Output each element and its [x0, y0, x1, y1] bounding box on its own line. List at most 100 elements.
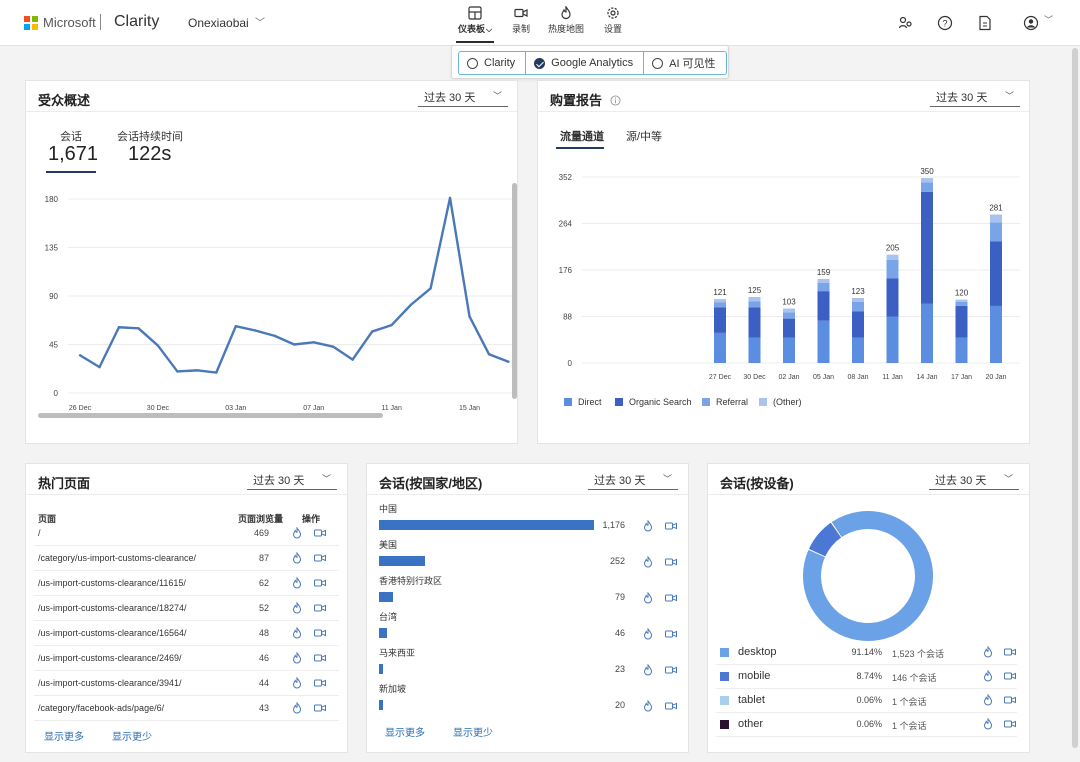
- heatmap-flame-icon[interactable]: [291, 577, 303, 589]
- show-more-link[interactable]: 显示更多: [385, 724, 425, 739]
- bar-segment-other[interactable]: [886, 254, 899, 260]
- sessions-metric-value[interactable]: 1,671: [48, 143, 98, 166]
- data-point[interactable]: [507, 360, 510, 363]
- bar-segment-other[interactable]: [714, 299, 726, 303]
- chart-horizontal-scrollbar[interactable]: [38, 413, 383, 418]
- bar-segment-organic-search[interactable]: [955, 305, 968, 338]
- data-point[interactable]: [78, 354, 82, 357]
- donut-slice-mobile[interactable]: [808, 522, 842, 557]
- recording-camera-icon[interactable]: [1004, 718, 1016, 730]
- app-title[interactable]: Clarity: [114, 13, 159, 31]
- bar-segment-organic-search[interactable]: [886, 278, 899, 317]
- heatmap-flame-icon[interactable]: [642, 628, 654, 640]
- heatmap-flame-icon[interactable]: [982, 718, 994, 730]
- recording-camera-icon[interactable]: [314, 627, 326, 639]
- heatmap-flame-icon[interactable]: [291, 677, 303, 689]
- data-point[interactable]: [273, 334, 276, 338]
- data-point[interactable]: [429, 287, 432, 290]
- bar-segment-direct[interactable]: [990, 305, 1002, 363]
- bar-segment-other[interactable]: [817, 278, 830, 283]
- heatmap-flame-icon[interactable]: [982, 670, 994, 682]
- heatmap-flame-icon[interactable]: [291, 552, 303, 564]
- page-url[interactable]: /us-import-customs-clearance/11615/: [38, 578, 186, 588]
- recording-camera-icon[interactable]: [1004, 694, 1016, 706]
- bar-segment-direct[interactable]: [817, 320, 830, 363]
- bar-segment-direct[interactable]: [714, 332, 726, 363]
- bar-segment-organic-search[interactable]: [817, 291, 830, 321]
- chevron-down-icon[interactable]: ﹀: [1044, 13, 1053, 26]
- recording-camera-icon[interactable]: [665, 628, 677, 640]
- data-point[interactable]: [215, 371, 218, 374]
- heatmap-flame-icon[interactable]: [291, 627, 303, 639]
- help-icon[interactable]: ?: [937, 15, 953, 31]
- bar-segment-organic-search[interactable]: [990, 241, 1002, 306]
- device-range-select[interactable]: 过去 30 天 ﹀: [929, 472, 1019, 490]
- bar-segment-other[interactable]: [783, 308, 795, 313]
- show-less-link[interactable]: 显示更少: [453, 724, 493, 739]
- chart-vertical-scrollbar[interactable]: [512, 183, 517, 399]
- data-point[interactable]: [370, 330, 374, 333]
- data-point[interactable]: [468, 315, 471, 318]
- data-point[interactable]: [137, 327, 140, 330]
- data-point[interactable]: [409, 303, 413, 306]
- bar-segment-other[interactable]: [748, 296, 761, 302]
- nav-recordings[interactable]: 录制: [512, 6, 530, 35]
- heatmap-flame-icon[interactable]: [642, 592, 654, 604]
- toggle-clarity[interactable]: Clarity: [458, 51, 527, 75]
- bar-segment-referral[interactable]: [990, 222, 1002, 242]
- bar-segment-referral[interactable]: [783, 312, 795, 319]
- recording-camera-icon[interactable]: [314, 577, 326, 589]
- bar-segment-organic-search[interactable]: [748, 307, 761, 338]
- recording-camera-icon[interactable]: [665, 592, 677, 604]
- toggle-ai-visibility[interactable]: AI 可见性: [644, 51, 727, 75]
- page-url[interactable]: /us-import-customs-clearance/3941/: [38, 678, 182, 688]
- bar-segment-direct[interactable]: [886, 316, 899, 364]
- duration-metric-value[interactable]: 122s: [128, 143, 171, 166]
- account-avatar-icon[interactable]: [1023, 15, 1039, 31]
- data-point[interactable]: [331, 345, 335, 348]
- heatmap-flame-icon[interactable]: [642, 520, 654, 532]
- page-url[interactable]: /us-import-customs-clearance/16564/: [38, 628, 187, 638]
- recording-camera-icon[interactable]: [314, 652, 326, 664]
- data-point[interactable]: [487, 353, 491, 356]
- page-url[interactable]: /us-import-customs-clearance/18274/: [38, 603, 187, 613]
- data-point[interactable]: [195, 369, 199, 372]
- data-point[interactable]: [156, 344, 160, 347]
- heatmap-flame-icon[interactable]: [642, 664, 654, 676]
- chevron-down-icon[interactable]: ﹀: [255, 14, 265, 29]
- bar-segment-direct[interactable]: [955, 337, 968, 363]
- share-users-icon[interactable]: [898, 15, 914, 31]
- bar-segment-referral[interactable]: [714, 302, 726, 308]
- heatmap-flame-icon[interactable]: [982, 694, 994, 706]
- recording-camera-icon[interactable]: [314, 677, 326, 689]
- data-point[interactable]: [448, 196, 452, 200]
- bar-segment-referral[interactable]: [955, 301, 968, 306]
- info-icon[interactable]: [610, 95, 621, 106]
- bar-segment-organic-search[interactable]: [921, 191, 933, 304]
- bar-segment-referral[interactable]: [817, 282, 830, 292]
- heatmap-flame-icon[interactable]: [642, 700, 654, 712]
- data-point[interactable]: [176, 370, 179, 373]
- bar-segment-direct[interactable]: [748, 337, 761, 363]
- heatmap-flame-icon[interactable]: [642, 556, 654, 568]
- data-point[interactable]: [254, 329, 257, 332]
- bar-segment-direct[interactable]: [852, 337, 864, 363]
- data-point[interactable]: [312, 341, 315, 344]
- tab-channels[interactable]: 流量通道: [560, 128, 604, 144]
- bar-segment-other[interactable]: [990, 214, 1002, 223]
- recording-camera-icon[interactable]: [314, 602, 326, 614]
- recording-camera-icon[interactable]: [665, 664, 677, 676]
- data-point[interactable]: [390, 323, 393, 327]
- audience-range-select[interactable]: 过去 30 天 ﹀: [418, 89, 508, 107]
- tab-source-medium[interactable]: 源/中等: [626, 128, 662, 144]
- nav-heatmaps[interactable]: 热度地图: [548, 6, 584, 35]
- data-point[interactable]: [98, 365, 101, 369]
- page-url[interactable]: /category/facebook-ads/page/6/: [38, 703, 164, 713]
- recording-camera-icon[interactable]: [1004, 646, 1016, 658]
- heatmap-flame-icon[interactable]: [291, 527, 303, 539]
- recording-camera-icon[interactable]: [665, 700, 677, 712]
- data-point[interactable]: [117, 326, 121, 329]
- page-url[interactable]: /category/us-import-customs-clearance/: [38, 553, 196, 563]
- bar-segment-organic-search[interactable]: [783, 318, 795, 338]
- heatmap-flame-icon[interactable]: [291, 652, 303, 664]
